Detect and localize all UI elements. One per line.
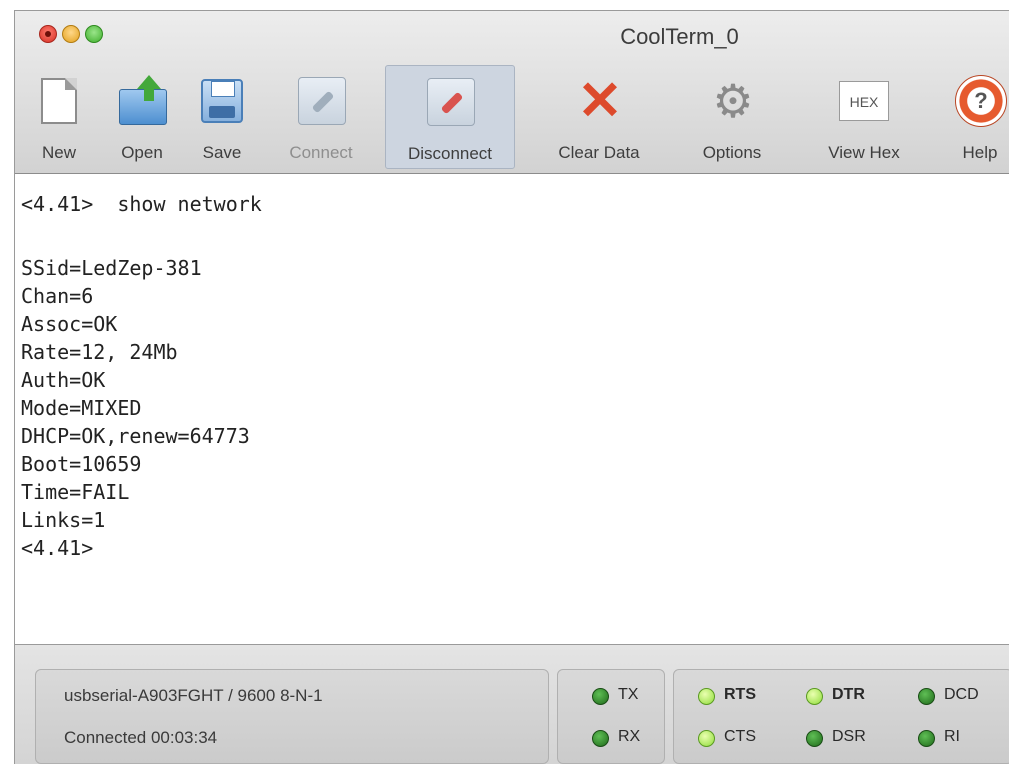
window-title: CoolTerm_0: [620, 24, 739, 49]
dcd-label: DCD: [944, 686, 979, 703]
floppy-disk-icon: [197, 75, 247, 127]
save-button[interactable]: Save: [187, 65, 257, 169]
terminal-line: Boot=10659: [21, 452, 142, 476]
title-toolbar-area: CoolTerm_0 New Open Save Connect Disconn…: [15, 11, 1009, 174]
status-bar: usbserial-A903FGHT / 9600 8-N-1 Connecte…: [15, 645, 1009, 764]
disconnect-plug-icon: [425, 76, 475, 128]
view-hex-button-label: View Hex: [828, 143, 900, 162]
clear-data-button[interactable]: ✕ Clear Data: [541, 65, 657, 169]
terminal-line: Chan=6: [21, 284, 94, 308]
txrx-panel: TX RX: [557, 669, 665, 764]
new-button-label: New: [41, 143, 76, 162]
help-lifebuoy-icon: ?: [955, 75, 1007, 127]
hex-icon-label: HEX: [839, 81, 889, 121]
terminal-line: <4.41> show network: [21, 192, 262, 216]
connect-button[interactable]: Connect: [265, 65, 377, 169]
rx-led-icon: [592, 730, 609, 747]
terminal-line: SSid=LedZep-381: [21, 256, 202, 280]
tx-led-icon: [592, 688, 609, 705]
dsr-label: DSR: [832, 728, 866, 745]
cts-led-icon: [698, 730, 715, 747]
disconnect-button[interactable]: Disconnect: [385, 65, 515, 169]
save-button-label: Save: [202, 143, 242, 162]
terminal-line: DHCP=OK,renew=64773: [21, 424, 250, 448]
connect-plug-icon: [296, 75, 346, 127]
terminal-line: Auth=OK: [21, 368, 106, 392]
dtr-label: DTR: [832, 686, 865, 703]
options-button[interactable]: ⚙ Options: [687, 65, 777, 169]
new-button[interactable]: New: [23, 65, 95, 169]
gear-icon: ⚙: [712, 75, 754, 127]
terminal-line: <4.41>: [21, 536, 94, 560]
terminal-line: Links=1: [21, 508, 106, 532]
line-signals-panel: RTS CTS DTR DSR DCD RI: [673, 669, 1009, 764]
dcd-led-icon: [918, 688, 935, 705]
help-button-label: Help: [962, 143, 998, 162]
clear-data-button-label: Clear Data: [558, 143, 640, 162]
open-button[interactable]: Open: [101, 65, 183, 169]
hex-icon: HEX: [839, 75, 889, 127]
help-button[interactable]: ? Help: [945, 65, 1009, 169]
port-info: usbserial-A903FGHT / 9600 8-N-1: [64, 686, 323, 705]
terminal-line: Time=FAIL: [21, 480, 130, 504]
terminal-output[interactable]: <4.41> show network SSid=LedZep-381 Chan…: [15, 174, 1009, 645]
ri-label: RI: [944, 728, 960, 745]
rts-label: RTS: [724, 686, 756, 703]
new-document-icon: [34, 75, 84, 127]
clear-x-icon: ✕: [577, 71, 623, 131]
dtr-led-icon[interactable]: [806, 688, 823, 705]
options-button-label: Options: [702, 143, 762, 162]
connection-status: Connected 00:03:34: [64, 728, 218, 747]
connect-button-label: Connect: [289, 143, 353, 162]
disconnect-button-label: Disconnect: [407, 144, 493, 163]
open-folder-icon: [117, 75, 167, 127]
connection-info-panel: usbserial-A903FGHT / 9600 8-N-1 Connecte…: [35, 669, 549, 764]
open-button-label: Open: [121, 143, 163, 162]
rx-label: RX: [618, 728, 641, 745]
ri-led-icon: [918, 730, 935, 747]
tx-label: TX: [618, 686, 639, 703]
terminal-line: Rate=12, 24Mb: [21, 340, 178, 364]
terminal-line: Assoc=OK: [21, 312, 118, 336]
cts-label: CTS: [724, 728, 756, 745]
terminal-line: Mode=MIXED: [21, 396, 142, 420]
rts-led-icon[interactable]: [698, 688, 715, 705]
dsr-led-icon: [806, 730, 823, 747]
view-hex-button[interactable]: HEX View Hex: [809, 65, 919, 169]
coolterm-window: CoolTerm_0 New Open Save Connect Disconn…: [14, 10, 1009, 764]
